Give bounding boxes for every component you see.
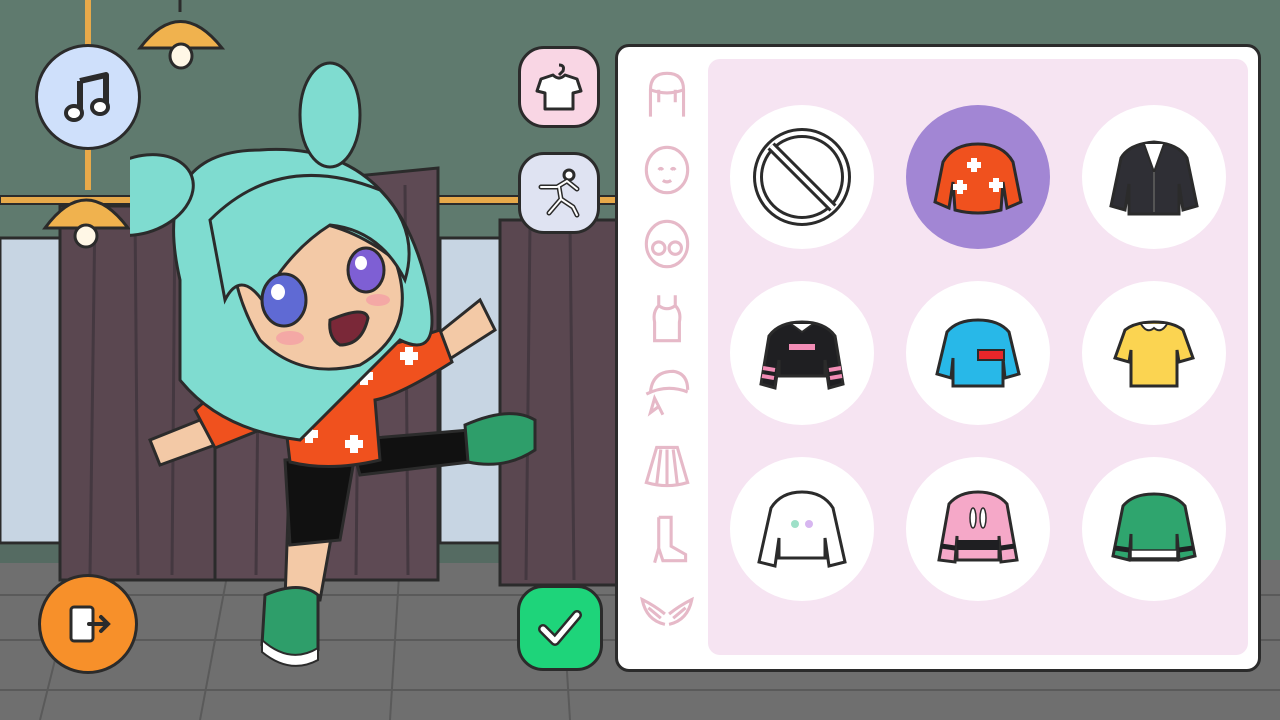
green-sweater-icon <box>1111 492 1197 562</box>
item-white-heart-sweater[interactable] <box>730 457 874 601</box>
category-face[interactable] <box>634 137 700 203</box>
category-tops[interactable] <box>634 285 700 351</box>
yellow-collar-shirt-icon <box>1113 320 1195 388</box>
wardrobe-panel <box>615 44 1261 672</box>
category-bottoms[interactable] <box>634 433 700 499</box>
hat-icon <box>645 369 690 417</box>
item-blue-red-shirt[interactable] <box>906 281 1050 425</box>
category-shoes[interactable] <box>634 507 700 573</box>
item-none[interactable] <box>730 105 874 249</box>
item-yellow-collar-shirt[interactable] <box>1082 281 1226 425</box>
item-green-sweater[interactable] <box>1082 457 1226 601</box>
tank-top-icon <box>652 295 682 343</box>
white-heart-sweater-icon <box>757 490 847 568</box>
none-icon <box>753 128 851 226</box>
boot-icon <box>653 515 688 564</box>
checkmark-icon <box>538 610 582 646</box>
hair-icon <box>648 71 686 117</box>
item-black-pink-crop-top[interactable] <box>730 281 874 425</box>
music-button[interactable] <box>35 44 141 150</box>
glasses-icon <box>644 219 690 269</box>
item-pinstripe-blazer[interactable] <box>1082 105 1226 249</box>
item-orange-cross-sweater[interactable] <box>906 105 1050 249</box>
category-glasses[interactable] <box>634 211 700 277</box>
outfit-mode-button[interactable] <box>518 46 600 128</box>
pinstripe-blazer-icon <box>1109 140 1199 216</box>
hanger-shirt-icon <box>535 63 583 111</box>
pose-figure-icon <box>538 168 580 218</box>
item-pink-bunny-hoodie[interactable] <box>906 457 1050 601</box>
wings-icon <box>640 596 694 626</box>
item-grid <box>708 59 1248 655</box>
pink-bunny-hoodie-icon <box>937 490 1019 564</box>
category-sidebar <box>628 57 708 657</box>
category-hair[interactable] <box>634 63 700 129</box>
face-icon <box>644 145 690 195</box>
black-pink-crop-top-icon <box>759 320 845 390</box>
orange-cross-sweater-icon <box>933 142 1023 215</box>
exit-icon <box>69 605 111 643</box>
music-icon <box>64 72 110 122</box>
character-avatar[interactable] <box>130 60 550 670</box>
blue-red-shirt-icon <box>935 318 1021 388</box>
exit-button[interactable] <box>38 574 138 674</box>
skirt-icon <box>644 445 690 488</box>
pose-mode-button[interactable] <box>518 152 600 234</box>
confirm-button[interactable] <box>517 585 603 671</box>
category-hats[interactable] <box>634 359 700 425</box>
category-wings[interactable] <box>634 581 700 647</box>
